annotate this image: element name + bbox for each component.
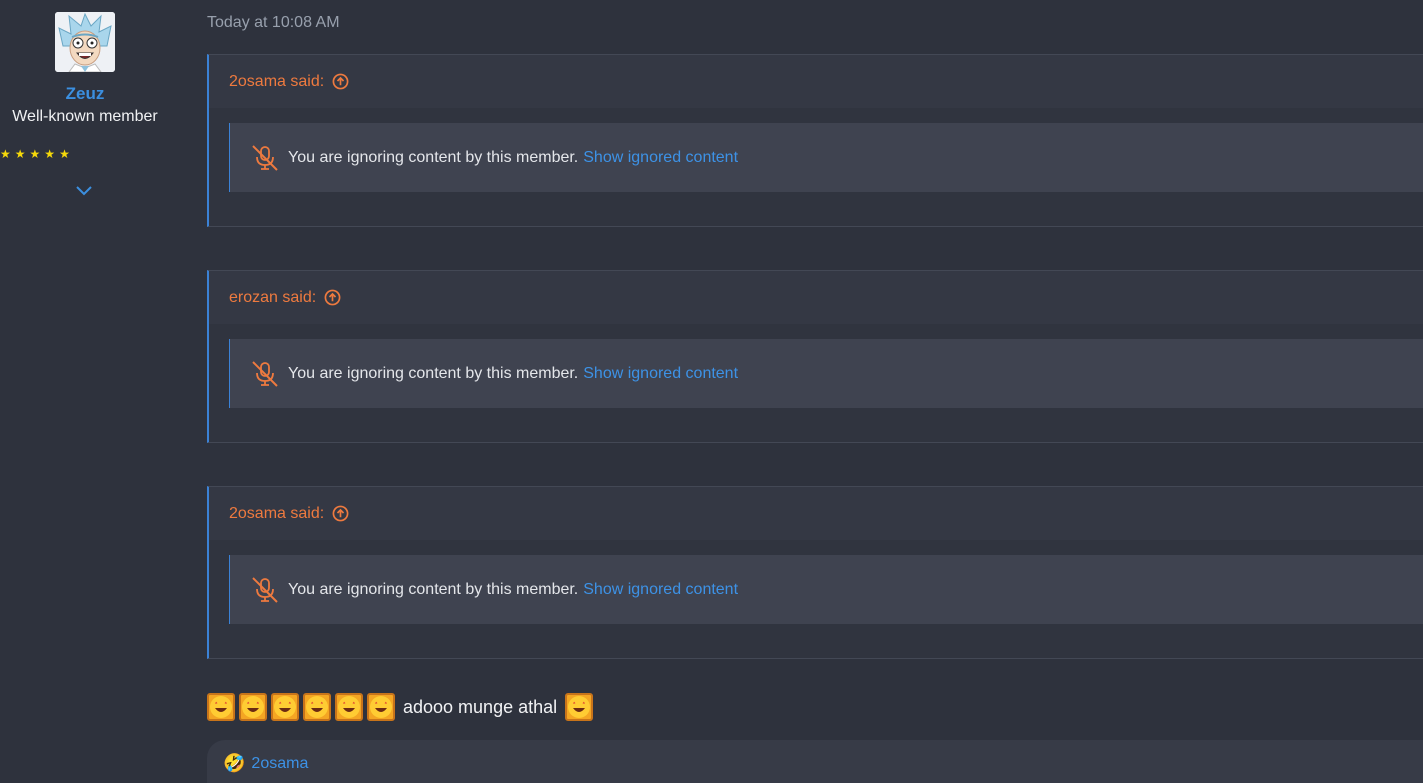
user-rating-stars: ★ ★ ★ ★ ★ [0,146,70,162]
show-ignored-content-link[interactable]: Show ignored content [583,581,738,599]
ignored-content-notice: You are ignoring content by this member.… [229,555,1423,624]
user-avatar[interactable] [55,12,115,72]
ignored-message: You are ignoring content by this member. [288,580,579,598]
star-struck-emoji-icon [367,693,395,721]
reaction-user-link[interactable]: 2osama [251,752,308,776]
quote-body: You are ignoring content by this member.… [209,540,1423,658]
star-struck-emoji-icon [239,693,267,721]
star-icon: ★ [0,147,11,161]
quote-author-link[interactable]: erozan said: [229,289,316,307]
quote-block: erozan said: You are ignoring content by… [207,270,1423,443]
post-user-sidebar: Zeuz Well-known member ★ ★ ★ ★ ★ [0,0,170,783]
star-struck-emoji-icon [207,693,235,721]
quote-block: 2osama said: You are ignoring content by… [207,54,1423,227]
ignored-message: You are ignoring content by this member. [288,148,579,166]
star-struck-emoji-icon [565,693,594,721]
ignored-message: You are ignoring content by this member. [288,364,579,382]
user-title: Well-known member [12,108,158,125]
microphone-slash-icon [252,360,278,387]
post-message: adooo munge athal [207,693,594,721]
quote-header: 2osama said: [209,55,1423,108]
quote-author-link[interactable]: 2osama said: [229,73,324,91]
ignored-content-notice: You are ignoring content by this member.… [229,339,1423,408]
laughing-emoji-icon: 🤣 [223,753,246,773]
star-icon: ★ [14,147,26,161]
rick-avatar-icon [55,12,115,72]
arrow-up-circle-icon[interactable] [324,289,341,306]
show-ignored-content-link[interactable]: Show ignored content [583,149,738,167]
star-icon: ★ [59,147,70,161]
star-struck-emoji-icon [271,693,299,721]
expand-user-info-button[interactable] [74,180,94,200]
reactions-bar: 🤣 2osama [207,740,1423,783]
quote-body: You are ignoring content by this member.… [209,324,1423,442]
quote-block: 2osama said: You are ignoring content by… [207,486,1423,659]
quote-header: 2osama said: [209,487,1423,540]
message-text: adooo munge athal [403,696,558,717]
quote-author-link[interactable]: 2osama said: [229,505,324,523]
star-struck-emoji-icon [335,693,363,721]
arrow-up-circle-icon[interactable] [332,505,349,522]
microphone-slash-icon [252,576,278,603]
username[interactable]: Zeuz [0,84,170,104]
star-struck-emoji-icon [303,693,331,721]
quote-header: erozan said: [209,271,1423,324]
post-timestamp[interactable]: Today at 10:08 AM [207,14,340,32]
microphone-slash-icon [252,144,278,171]
star-icon: ★ [44,147,56,161]
arrow-up-circle-icon[interactable] [332,73,349,90]
show-ignored-content-link[interactable]: Show ignored content [583,365,738,383]
ignored-content-notice: You are ignoring content by this member.… [229,123,1423,192]
star-icon: ★ [29,147,41,161]
chevron-down-icon [76,186,92,196]
quote-body: You are ignoring content by this member.… [209,108,1423,226]
forum-post-page: Zeuz Well-known member ★ ★ ★ ★ ★ Today a… [0,0,1423,783]
